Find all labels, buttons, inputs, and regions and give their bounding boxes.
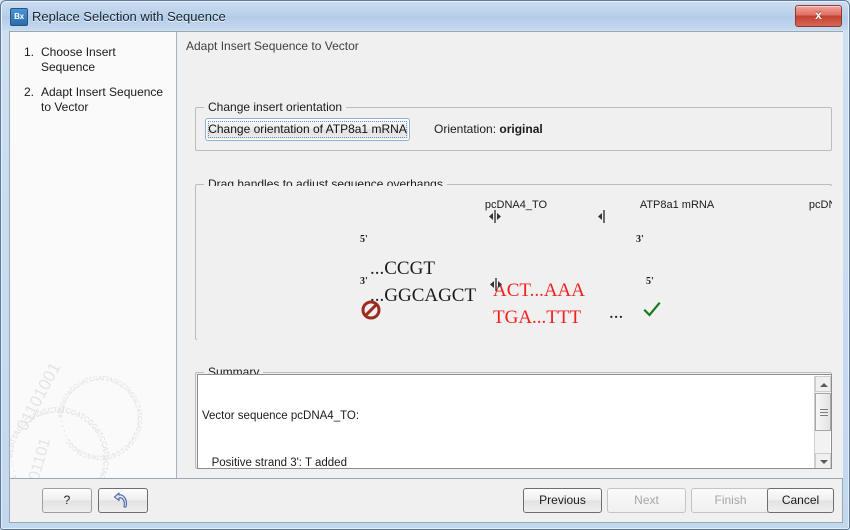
title-bar: Bx Replace Selection with Sequence x [2, 2, 848, 30]
drag-handle-top-left[interactable] [487, 210, 503, 223]
drag-handle-bottom-left[interactable] [488, 278, 504, 291]
dialog-client-area: 1. Choose Insert Sequence 2. Adapt Inser… [9, 31, 843, 479]
summary-line: Vector sequence pcDNA4_TO: [202, 409, 802, 425]
group-legend: Change insert orientation [204, 100, 346, 114]
summary-scrollbar[interactable] [814, 376, 830, 469]
undo-arrow-icon [112, 492, 134, 510]
drag-handle-top-right[interactable] [595, 210, 611, 223]
step-label: Adapt Insert Sequence to Vector [41, 85, 169, 115]
orientation-status: Orientation: original [434, 118, 543, 141]
wizard-sidebar: 1. Choose Insert Sequence 2. Adapt Inser… [10, 32, 177, 478]
step-number: 1. [24, 45, 34, 60]
bottom-strand-sequence: ...GGCAGCT TGA...TTT ... [197, 263, 832, 340]
dialog-footer: ? Previous Next Finish Cancel [9, 479, 843, 523]
svg-text:101101: 101101 [24, 436, 55, 478]
sidebar-item-choose-insert-sequence[interactable]: 1. Choose Insert Sequence [10, 40, 177, 80]
orientation-status-prefix: Orientation: [434, 122, 499, 136]
window-title: Replace Selection with Sequence [32, 8, 226, 25]
wizard-step-list: 1. Choose Insert Sequence 2. Adapt Inser… [10, 40, 177, 120]
dna-watermark-icon: GCATTAGCCTAGGCTATCGATCGGATCCATGCTAGCTAGG… [10, 362, 177, 478]
scroll-up-icon[interactable] [815, 376, 831, 392]
previous-button[interactable]: Previous [523, 488, 602, 513]
wizard-page: Adapt Insert Sequence to Vector Change i… [178, 32, 843, 478]
orientation-status-value: original [499, 122, 542, 136]
dialog-window: Bx Replace Selection with Sequence x 1. … [0, 0, 850, 530]
sequence-canvas[interactable]: pcDNA4_TO ATP8a1 mRNA pcDNA4_TO 5' 3' 3'… [197, 186, 832, 340]
no-entry-icon [361, 300, 381, 320]
change-orientation-button[interactable]: Change orientation of ATP8a1 mRNA [205, 118, 410, 141]
summary-group: Summary Vector sequence pcDNA4_TO: Posit… [195, 372, 832, 469]
help-button[interactable]: ? [42, 488, 92, 513]
summary-text: Vector sequence pcDNA4_TO: Positive stra… [202, 378, 802, 469]
bottom-strand-vector-right: ... [609, 329, 623, 340]
sequence-region-label-insert: ATP8a1 mRNA [640, 199, 714, 211]
step-label: Choose Insert Sequence [41, 45, 169, 75]
svg-text:01101001: 01101001 [13, 362, 65, 434]
reset-button[interactable] [98, 488, 148, 513]
scrollbar-thumb[interactable] [815, 393, 831, 431]
svg-text:ATCGGTACCGATCGATTAGCCTAGGCTATC: ATCGGTACCGATCGATTAGCCTAGGCTATCGATCGGATCC… [58, 376, 142, 460]
svg-text:GCATTAGCCTAGGCTATCGATCGGATCCAT: GCATTAGCCTAGGCTATCGATCGGATCCATGCTAGCTAGG… [10, 407, 109, 478]
sidebar-item-adapt-insert-sequence[interactable]: 2. Adapt Insert Sequence to Vector [10, 80, 177, 120]
bottom-strand-vector-left: ...GGCAGCT [370, 285, 476, 307]
page-title: Adapt Insert Sequence to Vector [186, 39, 359, 53]
cancel-button[interactable]: Cancel [767, 488, 834, 513]
app-icon: Bx [10, 8, 28, 26]
sequence-region-label-right: pcDNA4_TO [809, 199, 832, 211]
close-button[interactable]: x [795, 5, 842, 27]
change-insert-orientation-group: Change insert orientation Change orienta… [195, 107, 832, 151]
summary-line: Positive strand 3': T added [202, 456, 802, 470]
check-icon [642, 300, 662, 320]
summary-textarea[interactable]: Vector sequence pcDNA4_TO: Positive stra… [197, 374, 832, 469]
bottom-strand-insert: TGA...TTT [493, 307, 581, 329]
sequence-overhang-group: Drag handles to adjust sequence overhang… [195, 184, 832, 340]
next-button: Next [607, 488, 686, 513]
step-number: 2. [24, 85, 34, 100]
finish-button: Finish [691, 488, 770, 513]
scroll-down-icon[interactable] [815, 453, 831, 469]
